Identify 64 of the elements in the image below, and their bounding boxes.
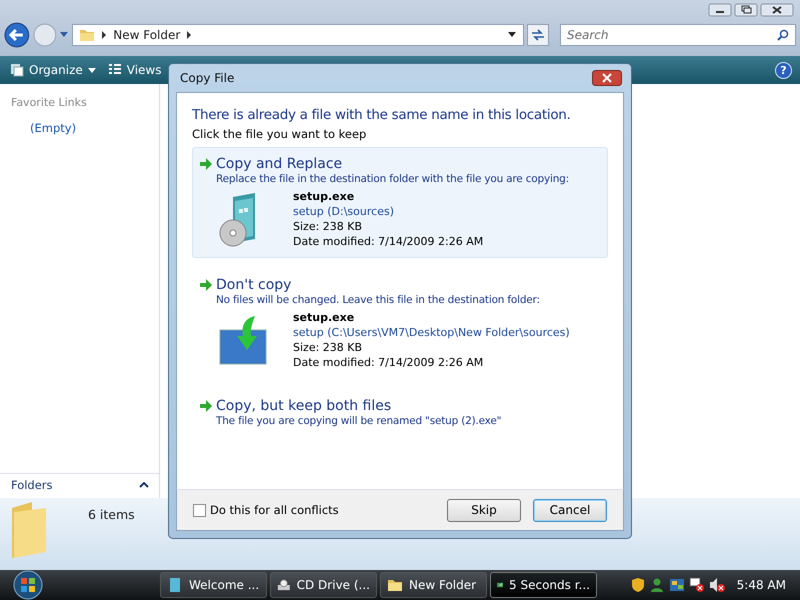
caret-icon[interactable]	[507, 32, 518, 38]
file-name: setup.exe	[293, 189, 356, 204]
conflicts-checkbox[interactable]: Do this for all conflicts	[193, 503, 339, 517]
search-icon	[777, 29, 789, 41]
favorite-links-heading: Favorite Links	[10, 95, 88, 109]
arrow-icon	[199, 157, 213, 171]
address-bar[interactable]: New Folder	[72, 24, 524, 46]
favorite-link[interactable]: (Empty)	[0, 109, 159, 135]
back-icon[interactable]	[4, 22, 30, 48]
taskbar-button[interactable]: 5 Seconds r...	[490, 572, 597, 598]
taskbar-button[interactable]: New Folder	[380, 572, 487, 598]
choice-option[interactable]: Don't copy No files will be changed. Leave this file in the destination folder: setup.exe setup (C:\Users\VM7\Desktop\New Folder\sources) Size: 238 KB Date modified: 7/14/2009 2:26 AM	[192, 268, 608, 379]
chevron-icon	[186, 31, 192, 39]
maximize-icon[interactable]	[734, 3, 758, 17]
dialog-button[interactable]: Cancel	[533, 498, 607, 522]
option-description: The file you are copying will be renamed "setup (2).exe"	[216, 415, 502, 427]
dialog-button[interactable]: Skip	[447, 498, 521, 522]
refresh-icon	[531, 29, 546, 41]
option-title: Copy, but keep both files	[216, 398, 392, 414]
search-field[interactable]: Search	[560, 24, 796, 46]
help-button[interactable]: ?	[775, 62, 792, 78]
folder-icon	[79, 27, 96, 43]
minimize-icon[interactable]	[708, 3, 732, 17]
address-text: New Folder	[113, 28, 180, 42]
clock[interactable]: 5:48 AM	[736, 578, 786, 592]
instruction-text: Click the file you want to keep	[192, 127, 368, 141]
file-size: Size: 238 KB	[293, 219, 364, 234]
chevron-icon	[101, 31, 108, 39]
toolbar-button[interactable]: Views	[106, 63, 164, 77]
option-description: Replace the file in the destination folder with the file you are copying:	[216, 173, 570, 185]
dialog-title: Copy File	[180, 71, 234, 85]
item-count: 6 items	[88, 507, 135, 522]
file-date: Date modified: 7/14/2009 2:26 AM	[293, 234, 484, 249]
file-location: setup (C:\Users\VM7\Desktop\New Folder\sources)	[293, 325, 570, 340]
document-icon	[167, 577, 183, 593]
close-icon[interactable]	[592, 70, 622, 86]
choice-option[interactable]: Copy and Replace Replace the file in the destination folder with the file you are copying: setup.exe setup (D:\sources) Size: 238 KB Date modified: 7/14/2009 2:26 AM	[192, 147, 608, 258]
folders-header[interactable]: Folders	[0, 473, 159, 496]
shield-icon[interactable]	[630, 577, 645, 593]
pages-icon	[10, 63, 24, 77]
list-icon	[108, 63, 122, 77]
people-icon[interactable]	[648, 577, 665, 593]
close-icon[interactable]	[760, 3, 794, 17]
arrow-icon	[199, 278, 213, 292]
arrow-icon	[199, 399, 213, 413]
option-description: No files will be changed. Leave this file in the destination folder:	[216, 294, 541, 306]
file-size: Size: 238 KB	[293, 340, 364, 355]
choice-option[interactable]: Copy, but keep both files The file you are copying will be renamed "setup (2).exe"	[192, 389, 608, 436]
taskbar-button[interactable]: Welcome ...	[160, 572, 267, 598]
refresh-button[interactable]	[527, 24, 549, 46]
file-date: Date modified: 7/14/2009 2:26 AM	[293, 355, 484, 370]
folder-icon	[387, 577, 403, 593]
toolbar-button[interactable]: Organize	[8, 63, 98, 77]
network-error-icon[interactable]	[688, 577, 705, 593]
chevron-up-icon	[139, 482, 149, 488]
taskbar-button[interactable]: CD Drive (...	[270, 572, 377, 598]
file-location: setup (D:\sources)	[293, 204, 395, 219]
windows-icon[interactable]	[668, 577, 685, 593]
drive-icon	[277, 577, 291, 593]
option-title: Don't copy	[216, 277, 292, 293]
volume-muted-icon[interactable]	[708, 577, 725, 593]
option-title: Copy and Replace	[216, 156, 342, 172]
dialog-heading: There is already a file with the same name in this location.	[192, 107, 572, 123]
file-name: setup.exe	[293, 310, 356, 325]
